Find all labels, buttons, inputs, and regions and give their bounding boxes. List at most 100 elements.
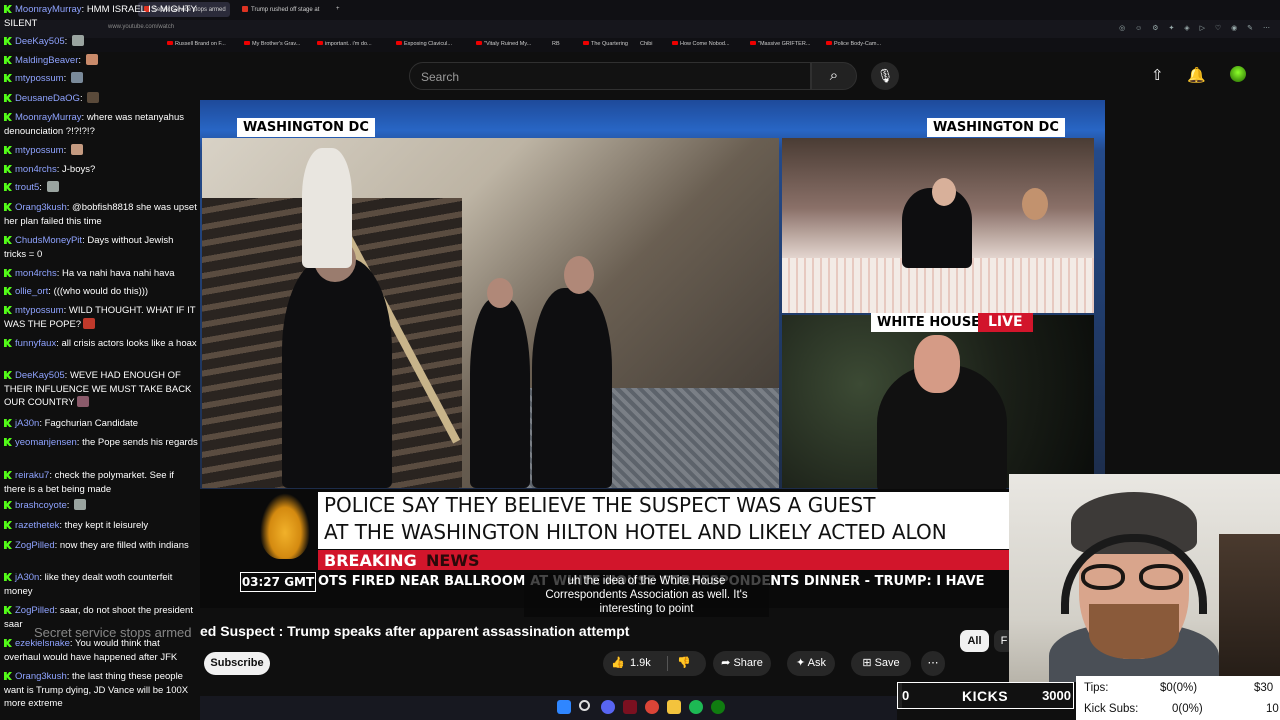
emote-icon bbox=[46, 181, 59, 192]
chat-username[interactable]: ZogPilled bbox=[15, 605, 55, 616]
chat-text: Ha va nahi hava nahi hava bbox=[62, 268, 175, 279]
chat-username[interactable]: trout5 bbox=[15, 182, 39, 193]
chat-username[interactable]: ezekielsnake bbox=[15, 638, 70, 649]
video-feed-reporter bbox=[782, 315, 1094, 495]
chat-message: ChudsMoneyPit: Days without Jewish trick… bbox=[4, 234, 198, 261]
search-input[interactable]: Search bbox=[409, 62, 811, 90]
new-tab-button[interactable]: + bbox=[330, 2, 342, 17]
bookmark[interactable]: Chibi bbox=[640, 41, 653, 47]
share-button[interactable]: ➦ Share bbox=[713, 651, 771, 676]
tab-2[interactable]: Trump rushed off stage at bbox=[236, 2, 326, 17]
chat-username[interactable]: MoonrayMurray bbox=[15, 4, 82, 15]
subs-value: 0(0%) bbox=[1172, 703, 1203, 715]
chat-text: J-boys? bbox=[62, 164, 96, 175]
person bbox=[532, 288, 612, 488]
kick-badge-icon bbox=[4, 287, 12, 295]
chat-username[interactable]: DeusaneDaOG bbox=[15, 93, 80, 104]
chat-username[interactable]: ollie_ort bbox=[15, 286, 48, 297]
chat-message: DeeKay505: bbox=[4, 35, 198, 49]
emote-icon bbox=[74, 499, 87, 510]
chat-username[interactable]: yeomanjensen bbox=[15, 437, 77, 448]
emote-icon bbox=[85, 54, 98, 65]
thumbs-down-icon[interactable]: 👎 bbox=[677, 651, 691, 676]
kick-badge-icon bbox=[4, 339, 12, 347]
chat-username[interactable]: brashcoyote bbox=[15, 500, 67, 511]
bookmark[interactable]: Police Body-Cam... bbox=[826, 41, 881, 47]
bookmark[interactable]: important.. i'm do... bbox=[317, 41, 372, 47]
bookmark[interactable]: How Come Nobod... bbox=[672, 41, 730, 47]
emote-icon bbox=[71, 35, 84, 46]
kick-badge-icon bbox=[4, 5, 12, 13]
bookmark[interactable]: Exposing Clavicul... bbox=[396, 41, 452, 47]
chat-username[interactable]: jA30n bbox=[15, 418, 39, 429]
kick-badge-icon bbox=[4, 56, 12, 64]
video-player[interactable]: WASHINGTON DC WASHINGTON DC WHITE HOUSE … bbox=[200, 100, 1105, 608]
thumbs-up-icon[interactable]: 👍 bbox=[611, 651, 625, 676]
subscribe-button[interactable]: Subscribe bbox=[204, 652, 270, 675]
ask-button[interactable]: ✦ Ask bbox=[787, 651, 835, 676]
chat-text: : bbox=[63, 145, 69, 156]
folder-icon[interactable] bbox=[667, 700, 681, 714]
chat-username[interactable]: ChudsMoneyPit bbox=[15, 235, 82, 246]
chat-username[interactable]: jA30n bbox=[15, 572, 39, 583]
kick-badge-icon bbox=[4, 639, 12, 647]
discord-icon[interactable] bbox=[601, 700, 615, 714]
chat-username[interactable]: DeeKay505 bbox=[15, 36, 65, 47]
shelf bbox=[1219, 534, 1280, 682]
chat-username[interactable]: reiraku7 bbox=[15, 470, 49, 481]
chat-message: MoonrayMurray: HMM ISRAEL IS MIGHTY SILE… bbox=[4, 3, 198, 30]
chat-username[interactable]: mtypossum bbox=[15, 73, 64, 84]
live-chat: MoonrayMurray: HMM ISRAEL IS MIGHTY SILE… bbox=[0, 0, 200, 720]
kicks-goal: 3000 bbox=[1042, 688, 1071, 703]
kick-badge-icon bbox=[4, 183, 12, 191]
chat-username[interactable]: funnyfaux bbox=[15, 338, 56, 349]
person bbox=[470, 298, 530, 488]
video-title: ed Suspect : Trump speaks after apparent… bbox=[200, 623, 630, 639]
screen: Secret service stops armed Trump rushed … bbox=[0, 0, 1280, 720]
chat-username[interactable]: Orang3kush bbox=[15, 202, 67, 213]
bookmark[interactable]: "Vitaly Ruined My... bbox=[476, 41, 531, 47]
chat-message: trout5: bbox=[4, 181, 198, 195]
chat-username[interactable]: ZogPilled bbox=[15, 540, 55, 551]
chat-username[interactable]: mtypossum bbox=[15, 305, 64, 316]
bookmark[interactable]: The Quartering bbox=[583, 41, 628, 47]
chat-text: : bbox=[39, 182, 45, 193]
xbox-icon[interactable] bbox=[711, 700, 725, 714]
search-icon[interactable]: ⌕ bbox=[811, 62, 857, 90]
app-icon[interactable] bbox=[623, 700, 637, 714]
windows-start-icon[interactable] bbox=[557, 700, 571, 714]
share-icon: ➦ bbox=[721, 657, 731, 669]
upload-icon[interactable]: ⇧ bbox=[1151, 66, 1164, 84]
bookmark[interactable]: My Brother's Grav... bbox=[244, 41, 300, 47]
kick-badge-icon bbox=[4, 94, 12, 102]
chat-message: Orang3kush: @bobfish8818 she was upset h… bbox=[4, 201, 198, 228]
search-icon[interactable] bbox=[579, 700, 590, 711]
bell-icon[interactable]: 🔔 bbox=[1187, 66, 1206, 84]
save-button[interactable]: ⊞ Save bbox=[851, 651, 911, 676]
avatar[interactable] bbox=[1230, 66, 1246, 82]
youtube-icon bbox=[476, 41, 482, 45]
chat-username[interactable]: DeeKay505 bbox=[15, 370, 65, 381]
mic-icon[interactable]: 🎙 bbox=[871, 62, 899, 90]
chat-message: DeeKay505: WEVE HAD ENOUGH OF THEIR INFL… bbox=[4, 369, 198, 410]
chat-username[interactable]: MoonrayMurray bbox=[15, 112, 82, 123]
chat-username[interactable]: mon4rchs bbox=[15, 164, 57, 175]
al-jazeera-logo bbox=[260, 493, 310, 559]
kick-badge-icon bbox=[4, 146, 12, 154]
chat-username[interactable]: Orang3kush bbox=[15, 671, 67, 682]
sparkle-icon: ✦ bbox=[795, 657, 806, 669]
like-count[interactable]: 1.9k bbox=[630, 651, 651, 676]
bookmark[interactable]: "Massive GRIFTER... bbox=[750, 41, 810, 47]
youtube-icon bbox=[826, 41, 832, 45]
chat-username[interactable]: MaldingBeaver bbox=[15, 55, 78, 66]
bookmark[interactable]: RB bbox=[552, 41, 560, 47]
chat-username[interactable]: mtypossum bbox=[15, 145, 64, 156]
spotify-icon[interactable] bbox=[689, 700, 703, 714]
chat-username[interactable]: razethetek bbox=[15, 520, 59, 531]
chat-username[interactable]: mon4rchs bbox=[15, 268, 57, 279]
more-icon[interactable]: ⋯ bbox=[921, 651, 945, 676]
chip-all[interactable]: All bbox=[960, 630, 989, 652]
chat-text: Fagchurian Candidate bbox=[44, 418, 139, 429]
browser-toolbar-icons[interactable]: ◎ ☺ ⚙ ✦ ◈ ▷ ♡ ◉ ✎ ⋯ bbox=[1119, 24, 1274, 32]
chrome-icon[interactable] bbox=[645, 700, 659, 714]
